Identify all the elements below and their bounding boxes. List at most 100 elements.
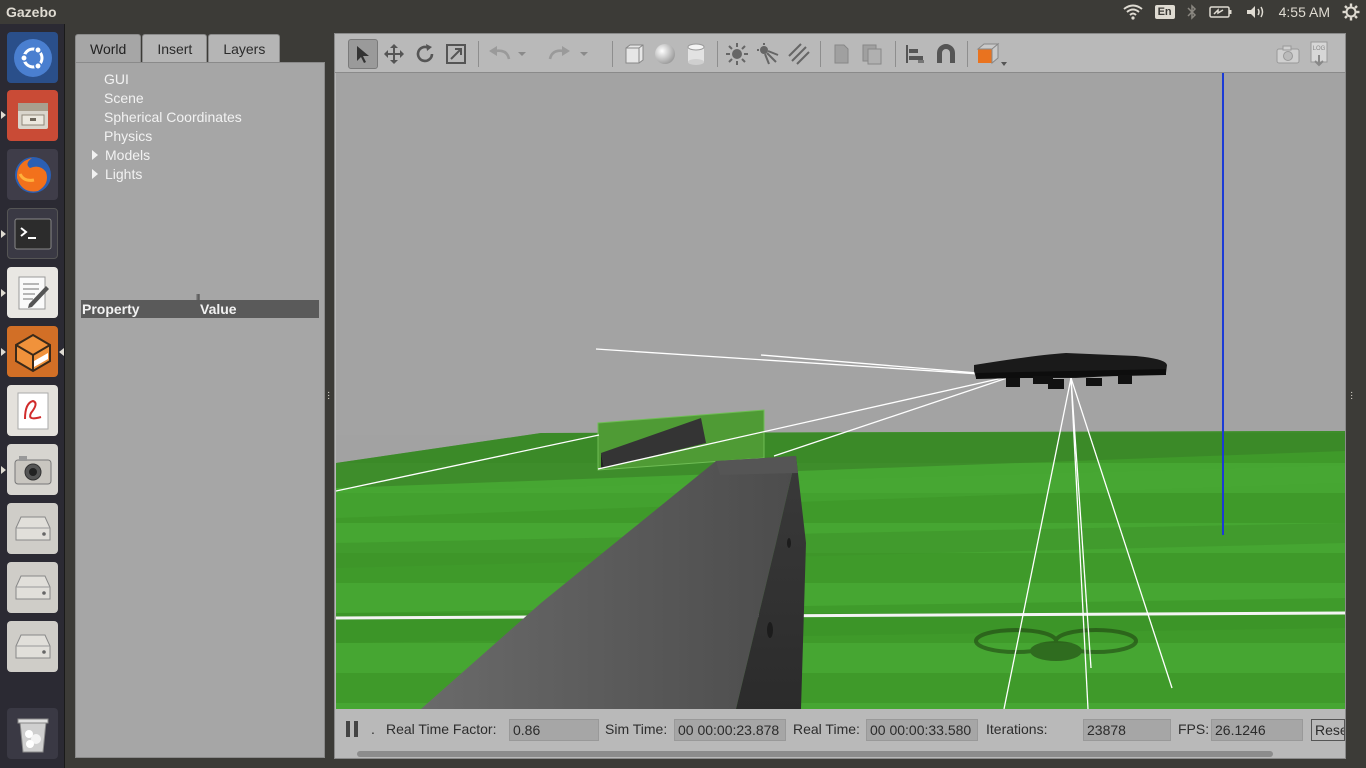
select-arrow-icon[interactable] <box>348 39 378 69</box>
align-icon[interactable] <box>900 39 930 69</box>
horizontal-scrollbar[interactable] <box>357 751 1273 757</box>
drive-icon[interactable] <box>7 503 58 554</box>
rotate-icon[interactable] <box>410 39 440 69</box>
tab-world[interactable]: World <box>75 34 142 62</box>
drive-icon[interactable] <box>7 621 58 672</box>
3d-viewport[interactable] <box>336 73 1345 709</box>
log-icon[interactable]: LOG <box>1304 39 1334 69</box>
tree-item-label: Spherical Coordinates <box>104 108 242 125</box>
tab-insert[interactable]: Insert <box>142 34 208 62</box>
toolbar-separator <box>612 41 613 67</box>
undo-dropdown-icon[interactable] <box>515 39 529 69</box>
real-time-factor-field: 0.86 <box>509 719 599 741</box>
running-indicator <box>1 466 6 474</box>
screenshot-icon[interactable] <box>1273 39 1303 69</box>
trash-icon[interactable] <box>7 708 58 759</box>
running-indicator <box>1 111 6 119</box>
tree-item-scene[interactable]: Scene <box>76 88 324 107</box>
unity-launcher <box>0 24 65 768</box>
box-shape-icon[interactable] <box>619 39 649 69</box>
world-tree: GUI Scene Spherical Coordinates Physics … <box>76 69 324 183</box>
iterations-field: 23878 <box>1083 719 1171 741</box>
tree-item-physics[interactable]: Physics <box>76 126 324 145</box>
spot-light-icon[interactable] <box>753 39 783 69</box>
real-time-factor-label: Real Time Factor: <box>386 721 497 737</box>
camera-icon[interactable] <box>7 444 58 495</box>
real-time-label: Real Time: <box>793 721 860 737</box>
tree-item-label: Models <box>105 146 151 163</box>
expand-arrow-icon[interactable] <box>92 149 98 160</box>
fps-field: 26.1246 <box>1211 719 1303 741</box>
view-angle-icon[interactable] <box>973 39 1011 69</box>
bluetooth-icon[interactable] <box>1187 4 1197 20</box>
snap-magnet-icon[interactable] <box>931 39 961 69</box>
keyboard-layout-indicator[interactable]: En <box>1154 5 1175 19</box>
pause-icon[interactable] <box>344 719 360 744</box>
tab-layers[interactable]: Layers <box>208 34 281 62</box>
main-render-area: LOG . Real Time Factor: 0.86 Sim Time: 0… <box>334 33 1346 759</box>
tree-item-models[interactable]: Models <box>76 145 324 164</box>
drive-icon[interactable] <box>7 562 58 613</box>
world-panel: World Insert Layers GUI Scene Spherical … <box>66 24 334 768</box>
expand-arrow-icon[interactable] <box>92 168 98 179</box>
iterations-label: Iterations: <box>986 721 1048 737</box>
reset-time-button[interactable]: Rese <box>1311 719 1345 741</box>
tree-item-label: Scene <box>104 89 144 106</box>
scene-render <box>336 73 1345 709</box>
file-cabinet-icon[interactable] <box>7 90 58 141</box>
panel-tabs: World Insert Layers <box>75 34 281 62</box>
log-label: LOG <box>1313 46 1326 52</box>
step-button[interactable]: . <box>371 721 375 737</box>
tree-item-lights[interactable]: Lights <box>76 164 324 183</box>
scale-icon[interactable] <box>441 39 471 69</box>
point-light-icon[interactable] <box>722 39 752 69</box>
toolbar-separator <box>895 41 896 67</box>
tree-item-gui[interactable]: GUI <box>76 69 324 88</box>
property-column-header[interactable]: Property <box>81 301 200 317</box>
sim-time-field: 00 00:00:23.878 <box>674 719 786 741</box>
property-table-header: Property Value <box>81 300 319 318</box>
running-indicator <box>1 348 6 356</box>
firefox-icon[interactable] <box>7 149 58 200</box>
app-title: Gazebo <box>6 4 57 20</box>
toolbar-separator <box>820 41 821 67</box>
sky <box>336 73 1345 435</box>
toolbar-separator <box>967 41 968 67</box>
real-time-field: 00 00:00:33.580 <box>866 719 978 741</box>
undo-icon[interactable] <box>484 39 514 69</box>
fps-label: FPS: <box>1178 721 1210 737</box>
directional-light-icon[interactable] <box>784 39 814 69</box>
toolbar: LOG <box>335 34 1345 73</box>
left-panel-resize-handle[interactable]: · · · <box>327 388 331 404</box>
redo-dropdown-icon[interactable] <box>577 39 591 69</box>
toolbar-separator <box>478 41 479 67</box>
redo-icon[interactable] <box>545 39 575 69</box>
wifi-icon[interactable] <box>1122 4 1143 20</box>
paste-icon[interactable] <box>857 39 887 69</box>
terminal-icon[interactable] <box>7 208 58 259</box>
world-tree-panel: GUI Scene Spherical Coordinates Physics … <box>75 62 325 758</box>
ubuntu-logo-icon[interactable] <box>7 32 58 83</box>
top-menu-bar: Gazebo En 4:55 AM <box>0 0 1366 24</box>
document-viewer-icon[interactable] <box>7 385 58 436</box>
text-editor-icon[interactable] <box>7 267 58 318</box>
status-bar: . Real Time Factor: 0.86 Sim Time: 00 00… <box>335 709 1345 749</box>
right-panel-resize-handle[interactable]: · · · <box>1350 388 1354 404</box>
clock[interactable]: 4:55 AM <box>1279 4 1330 20</box>
cylinder-shape-icon[interactable] <box>681 39 711 69</box>
tree-item-label: Physics <box>104 127 153 144</box>
focused-indicator <box>59 348 64 356</box>
translate-icon[interactable] <box>379 39 409 69</box>
battery-icon[interactable] <box>1208 5 1233 19</box>
session-gear-icon[interactable] <box>1342 3 1360 21</box>
sim-time-label: Sim Time: <box>605 721 668 737</box>
tree-item-label: GUI <box>104 70 129 87</box>
value-column-header[interactable]: Value <box>200 301 237 317</box>
gazebo-box-icon[interactable] <box>7 326 58 377</box>
tree-item-spherical-coordinates[interactable]: Spherical Coordinates <box>76 107 324 126</box>
sphere-shape-icon[interactable] <box>650 39 680 69</box>
copy-icon[interactable] <box>826 39 856 69</box>
system-indicators: En 4:55 AM <box>1122 2 1360 22</box>
volume-icon[interactable] <box>1245 4 1267 20</box>
running-indicator <box>1 289 6 297</box>
